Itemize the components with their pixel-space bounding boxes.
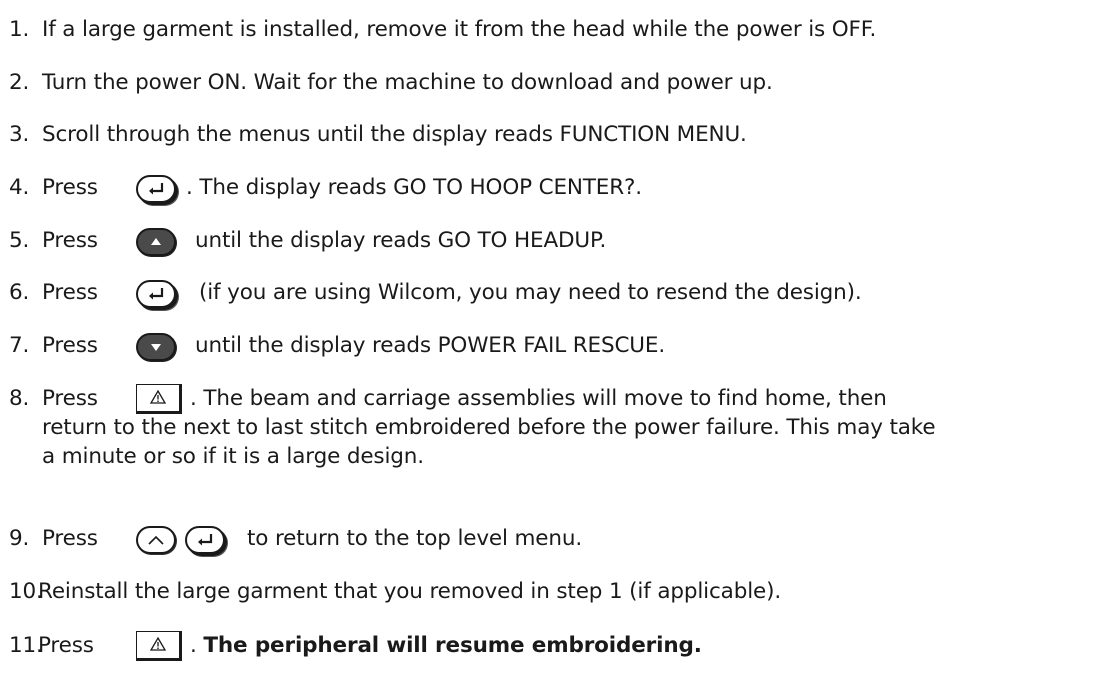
up-arrow-key-icon — [136, 228, 176, 256]
step-number: 7. — [9, 333, 30, 358]
step-11: 11. Press . The peripheral will resume e… — [0, 631, 1118, 661]
step-text: to return to the top level menu. — [247, 526, 583, 551]
enter-key-icon — [136, 175, 176, 203]
warning-key-icon — [136, 384, 182, 414]
step-6: 6. Press (if you are using Wilcom, you m… — [0, 278, 1118, 308]
step-text: . The peripheral will resume embroiderin… — [190, 631, 702, 661]
step-text: Scroll through the menus until the displ… — [42, 122, 747, 147]
step-number: 9. — [9, 526, 30, 551]
step-4: 4. Press . The display reads GO TO HOOP … — [0, 173, 1118, 203]
step-text: If a large garment is installed, remove … — [42, 17, 877, 42]
step-text: until the display reads GO TO HEADUP. — [195, 228, 607, 253]
step-text: . The beam and carriage assemblies will … — [190, 386, 887, 411]
caret-up-key-icon — [136, 526, 176, 554]
step-text: . The display reads GO TO HOOP CENTER?. — [186, 175, 642, 200]
step-number: 3. — [9, 122, 30, 147]
step-press-label: Press — [42, 228, 98, 253]
step-number: 4. — [9, 175, 30, 200]
step-press-label: Press — [42, 333, 98, 358]
step-press-label: Press — [42, 280, 98, 305]
step-number: 8. — [9, 386, 30, 411]
step-press-label: Press — [42, 526, 98, 551]
step-press-label: Press — [38, 633, 94, 658]
step-8: 8. Press . The beam and carriage assembl… — [0, 384, 1118, 476]
step-7: 7. Press until the display reads POWER F… — [0, 331, 1118, 361]
step-text-bold: The peripheral will resume embroidering. — [203, 633, 702, 658]
warning-key-icon — [136, 631, 182, 661]
step-5: 5. Press until the display reads GO TO H… — [0, 226, 1118, 256]
step-number: 1. — [9, 17, 30, 42]
step-text: until the display reads POWER FAIL RESCU… — [195, 333, 666, 358]
enter-key-icon — [136, 280, 176, 308]
enter-key-icon — [185, 526, 225, 554]
step-text-continued: a minute or so if it is a large design. — [42, 444, 424, 469]
step-number: 2. — [9, 70, 30, 95]
step-number: 5. — [9, 228, 30, 253]
step-press-label: Press — [42, 386, 98, 411]
step-press-label: Press — [42, 175, 98, 200]
step-text-lead: . — [190, 633, 204, 658]
step-text: Turn the power ON. Wait for the machine … — [42, 70, 773, 95]
step-text: Reinstall the large garment that you rem… — [38, 579, 782, 604]
step-number: 6. — [9, 280, 30, 305]
step-9: 9. Press to return to the top level menu… — [0, 524, 1118, 554]
step-text-continued: return to the next to last stitch embroi… — [42, 415, 936, 440]
step-text: (if you are using Wilcom, you may need t… — [199, 280, 862, 305]
down-arrow-key-icon — [136, 333, 176, 361]
